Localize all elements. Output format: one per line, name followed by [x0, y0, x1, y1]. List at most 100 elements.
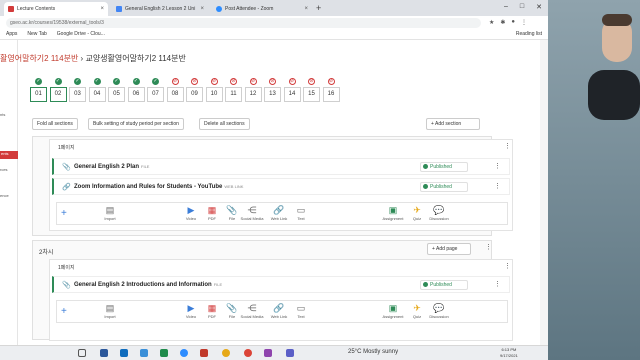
tab-lecture-contents[interactable]: Lecture Contents × [4, 2, 108, 16]
tab-general-english[interactable]: General English 2 Lesson 2 Uni × [112, 2, 208, 16]
week-11[interactable]: ⊘ 12 [244, 78, 262, 102]
bookmark-new-tab[interactable]: New Tab [27, 31, 46, 37]
item-title[interactable]: Zoom Information and Rules for Students … [74, 184, 243, 190]
add-section-button[interactable]: + Add section [426, 118, 480, 130]
delete-all-sections-button[interactable]: Delete all sections [199, 118, 250, 130]
week-2[interactable]: ✓ 03 [69, 78, 86, 102]
week-number: 01 [30, 87, 47, 102]
published-status[interactable]: Published [420, 162, 468, 172]
week-4[interactable]: ✓ 05 [108, 78, 125, 102]
weather-widget[interactable]: 25°C Mostly sunny [348, 349, 398, 355]
nav-item-resources[interactable]: rces [0, 167, 18, 172]
week-13[interactable]: ⊘ 14 [283, 78, 301, 102]
week-7[interactable]: ⊘ 08 [166, 78, 184, 102]
tool-label: Assignment [382, 216, 404, 221]
published-check-icon [423, 282, 428, 287]
app-icon[interactable] [286, 349, 294, 357]
system-clock[interactable]: 6:13 PM 9/17/2021 [500, 347, 518, 359]
item-menu-icon[interactable]: ⋮ [494, 163, 501, 170]
page-menu-icon[interactable]: ⋮ [504, 263, 511, 270]
week-number: 16 [322, 87, 340, 102]
app-icon[interactable] [200, 349, 208, 357]
close-tab-icon[interactable]: × [200, 6, 204, 12]
add-content-plus-icon[interactable]: + [61, 306, 67, 317]
fold-all-sections-button[interactable]: Fold all sections [32, 118, 78, 130]
check-icon: ✓ [35, 78, 42, 85]
add-discussion-button[interactable]: 💬 Discussion [426, 205, 452, 221]
page-menu-icon[interactable]: ⋮ [504, 143, 511, 150]
item-title[interactable]: General English 2 Plan FILE [74, 164, 149, 170]
nav-item-contents[interactable]: nts [0, 112, 18, 117]
add-import-button[interactable]: ▤ Import [97, 303, 123, 319]
week-9[interactable]: ⊘ 10 [205, 78, 223, 102]
item-title[interactable]: General English 2 Introductions and Info… [74, 282, 222, 288]
add-discussion-button[interactable]: 💬 Discussion [426, 303, 452, 319]
week-3[interactable]: ✓ 04 [88, 78, 106, 102]
url-input[interactable]: gseo.ac.kr/courses/19538/external_tools/… [6, 17, 481, 28]
item-menu-icon[interactable]: ⋮ [494, 183, 501, 190]
add-content-bar: + ▤ Import ▶ Video ▦ PDF 📎 File ⋲ Social Media 🔗 We… [56, 300, 508, 323]
bookmarks-bar: Apps New Tab Google Drive - Clou... Read… [0, 29, 548, 40]
minimize-button[interactable]: – [504, 3, 508, 11]
tab-zoom[interactable]: Post Attendee - Zoom × [212, 2, 312, 16]
section-menu-icon[interactable]: ⋮ [485, 244, 492, 251]
add-social-media-button[interactable]: ⋲ Social Media [239, 205, 265, 221]
star-icon[interactable]: ★ [489, 19, 494, 26]
week-5[interactable]: ✓ 06 [127, 78, 145, 102]
week-0[interactable]: ✓ 01 [30, 78, 47, 102]
tab-title: General English 2 Lesson 2 Uni [125, 6, 196, 12]
add-import-button[interactable]: ▤ Import [97, 205, 123, 221]
check-icon: ✓ [113, 78, 120, 85]
app-icon[interactable] [140, 349, 148, 357]
section-heading: 2차시 [39, 250, 54, 256]
page-scrollbar[interactable] [540, 40, 548, 345]
menu-icon[interactable]: ⋮ [521, 19, 527, 26]
tool-label: Discussion [429, 314, 449, 319]
app-icon[interactable] [264, 349, 272, 357]
published-check-icon [423, 184, 428, 189]
chrome-icon[interactable] [222, 349, 230, 357]
task-view-icon[interactable] [78, 349, 86, 357]
app-icon[interactable] [120, 349, 128, 357]
tool-label: Social Media [240, 216, 264, 221]
bookmark-apps[interactable]: Apps [6, 31, 17, 37]
profile-icon[interactable]: ● [511, 19, 515, 26]
week-1[interactable]: ✓ 02 [49, 78, 67, 102]
item-menu-icon[interactable]: ⋮ [494, 281, 501, 288]
content-item[interactable]: 🔗 Zoom Information and Rules for Student… [52, 178, 510, 195]
reading-list[interactable]: Reading list [516, 31, 542, 37]
close-tab-icon[interactable]: × [304, 6, 308, 12]
extensions-icon[interactable]: ✱ [500, 19, 505, 26]
nav-item-lecture-contents[interactable]: ents [0, 151, 18, 159]
published-status[interactable]: Published [420, 182, 468, 192]
content-item[interactable]: 📎 General English 2 Plan FILE Published ⋮ [52, 158, 510, 175]
app-icon[interactable] [100, 349, 108, 357]
published-status[interactable]: Published [420, 280, 468, 290]
add-assignment-button[interactable]: ▣ Assignment [380, 303, 406, 319]
new-tab-button[interactable]: + [316, 3, 321, 13]
chrome-icon[interactable] [244, 349, 252, 357]
add-content-plus-icon[interactable]: + [61, 208, 67, 219]
add-social-media-button[interactable]: ⋲ Social Media [239, 303, 265, 319]
section-toolbar: Fold all sections Bulk setting of study … [32, 118, 480, 130]
week-10[interactable]: ⊘ 11 [225, 78, 242, 102]
content-item[interactable]: 📎 General English 2 Introductions and In… [52, 276, 510, 293]
add-text-button[interactable]: ▭ Text [288, 303, 314, 319]
add-text-button[interactable]: ▭ Text [288, 205, 314, 221]
week-15[interactable]: ⊘ 16 [322, 78, 340, 102]
week-6[interactable]: ✓ 07 [147, 78, 164, 102]
week-14[interactable]: ⊘ 15 [303, 78, 320, 102]
nav-item-attendance[interactable]: ence [0, 193, 18, 198]
bookmark-google-drive[interactable]: Google Drive - Clou... [57, 31, 105, 37]
add-assignment-button[interactable]: ▣ Assignment [380, 205, 406, 221]
breadcrumb-course[interactable]: 활영어말하기2 114분반 [0, 54, 78, 63]
close-window-button[interactable]: ✕ [536, 3, 542, 11]
close-tab-icon[interactable]: × [100, 6, 104, 12]
week-12[interactable]: ⊘ 13 [264, 78, 281, 102]
week-8[interactable]: ⊘ 09 [186, 78, 203, 102]
maximize-button[interactable]: □ [520, 3, 524, 11]
app-icon[interactable] [160, 349, 168, 357]
bulk-setting-button[interactable]: Bulk setting of study period per section [88, 118, 184, 130]
add-page-button[interactable]: + Add page [427, 243, 471, 255]
zoom-app-icon[interactable] [180, 349, 188, 357]
